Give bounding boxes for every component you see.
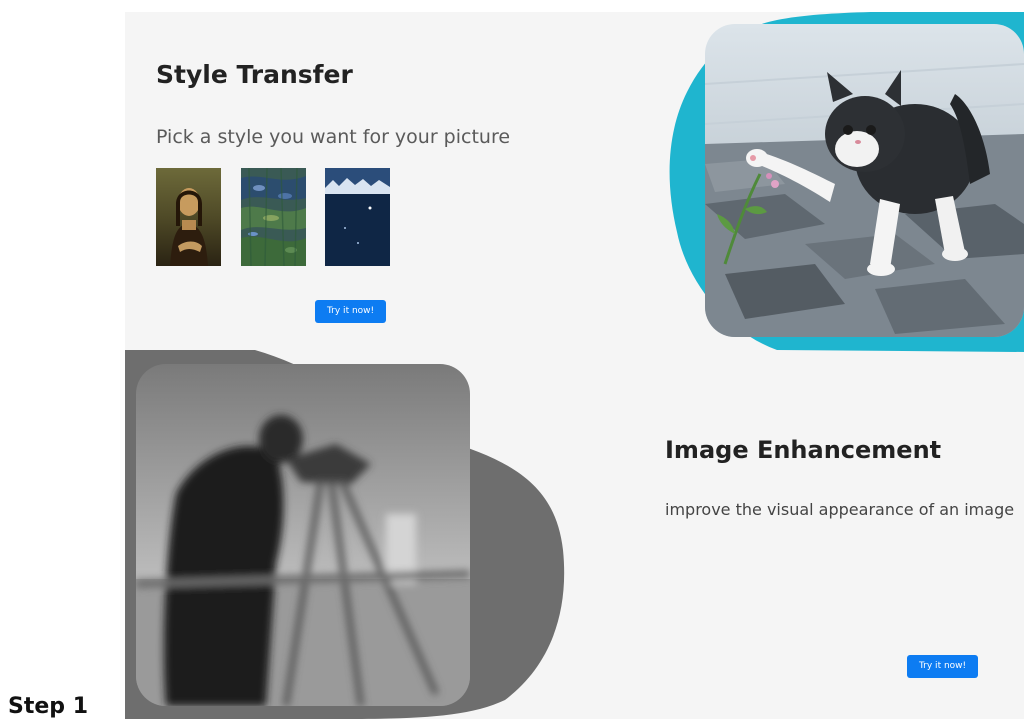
style-transfer-title: Style Transfer <box>156 60 353 89</box>
cameraman-photo <box>136 364 470 706</box>
kitten-image <box>705 24 1024 337</box>
mona-lisa-image <box>156 168 221 266</box>
water-lilies-image <box>241 168 306 266</box>
cameraman-image <box>136 364 470 706</box>
image-enhancement-try-button[interactable]: Try it now! <box>907 655 979 678</box>
style-thumb-water-lilies[interactable] <box>241 168 306 266</box>
image-enhancement-title: Image Enhancement <box>665 436 942 464</box>
kitten-photo <box>705 24 1024 337</box>
style-thumb-night-sky[interactable] <box>325 168 390 266</box>
style-transfer-try-button[interactable]: Try it now! <box>315 300 387 323</box>
night-sky-image <box>325 168 390 266</box>
image-enhancement-subtitle: improve the visual appearance of an imag… <box>665 500 1015 519</box>
step-label: Step 1 <box>8 694 88 719</box>
style-thumb-mona-lisa[interactable] <box>156 168 221 266</box>
style-transfer-subtitle: Pick a style you want for your picture <box>156 126 511 148</box>
page-panel: Style Transfer Pick a style you want for… <box>125 12 1024 719</box>
